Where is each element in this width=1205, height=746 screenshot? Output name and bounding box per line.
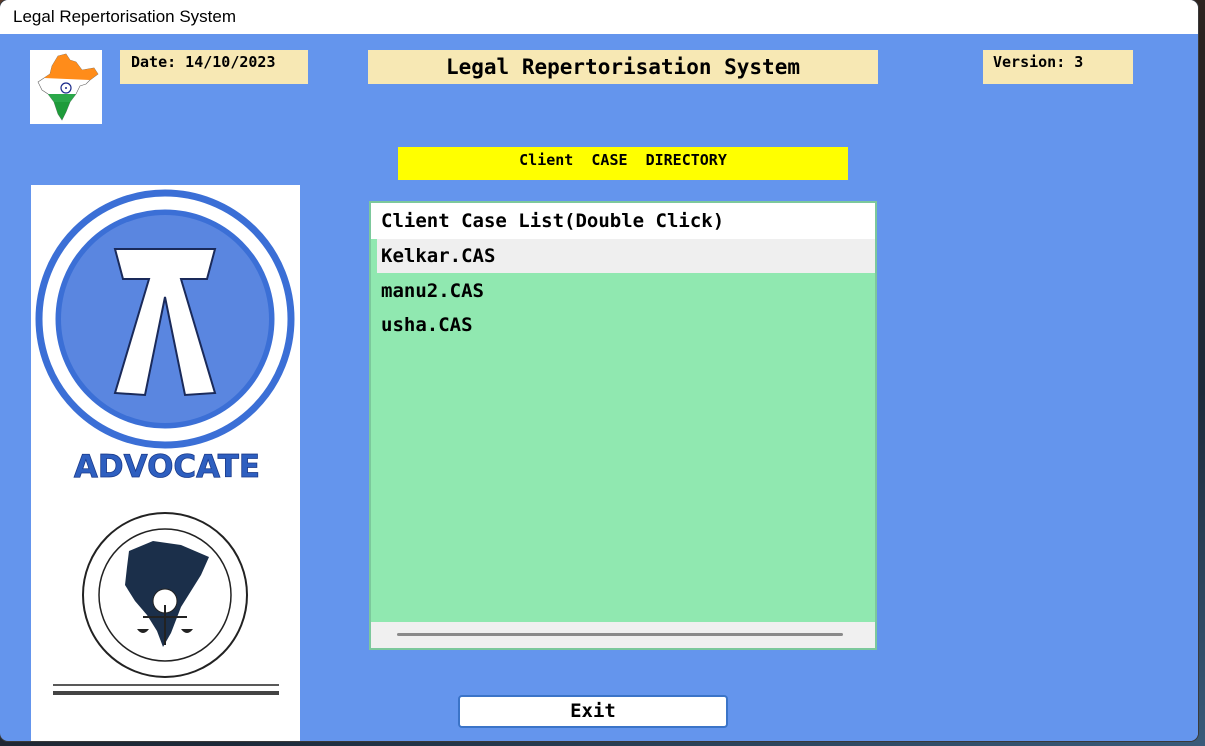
- logo-panel: ADVOCATE: [31, 185, 300, 741]
- list-item[interactable]: usha.CAS: [377, 308, 875, 342]
- advocate-text: ADVOCATE: [74, 449, 260, 485]
- scrollbar-thumb[interactable]: [397, 633, 843, 636]
- list-header: Client Case List(Double Click): [371, 203, 875, 239]
- list-item[interactable]: manu2.CAS: [377, 274, 875, 308]
- list-item[interactable]: Kelkar.CAS: [377, 239, 875, 273]
- window-title: Legal Repertorisation System: [13, 7, 237, 26]
- horizontal-scrollbar[interactable]: [371, 622, 875, 648]
- title-bar[interactable]: Legal Repertorisation System: [0, 0, 1198, 34]
- app-window: Legal Repertorisation System Date: 14/10…: [0, 0, 1198, 741]
- exit-button[interactable]: Exit: [458, 695, 728, 728]
- client-case-listbox[interactable]: Client Case List(Double Click) Kelkar.CA…: [369, 201, 877, 650]
- client-area: Date: 14/10/2023 Legal Repertorisation S…: [8, 34, 1198, 741]
- version-label: Version: 3: [983, 50, 1133, 84]
- client-case-directory-label: Client CASE DIRECTORY: [398, 147, 848, 180]
- app-title-banner: Legal Repertorisation System: [368, 50, 878, 84]
- india-map-flag-icon: [30, 50, 102, 124]
- date-label: Date: 14/10/2023: [120, 50, 308, 84]
- legal-association-seal-icon: [53, 512, 279, 695]
